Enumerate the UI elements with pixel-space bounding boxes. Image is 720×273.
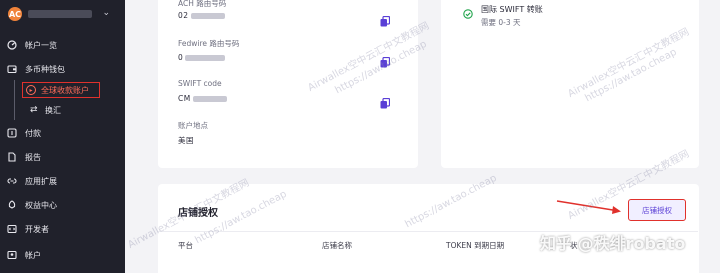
account-avatar: AC: [8, 7, 22, 21]
swift-code-label: SWIFT code: [178, 79, 222, 88]
exchange-icon: ⇄: [30, 105, 38, 115]
fedwire-value: 0: [178, 53, 226, 62]
gauge-icon: [7, 40, 17, 50]
sidebar-item-label: 应用扩展: [25, 176, 57, 186]
sidebar-item-benefits[interactable]: 权益中心: [0, 196, 125, 214]
globe-icon: ▸: [26, 85, 36, 95]
account-location-value: 美国: [178, 136, 194, 145]
swift-transfer-card: [441, 0, 699, 168]
sidebar-item-overview[interactable]: 帐户一览: [0, 36, 125, 54]
account-icon: [7, 250, 17, 260]
sidebar-item-developer[interactable]: 开发者: [0, 220, 125, 238]
swift-transfer-title: 国际 SWIFT 转账: [481, 5, 543, 14]
check-circle-icon: [463, 4, 473, 19]
account-name-blurred: [28, 10, 92, 18]
account-switcher[interactable]: AC ⌄: [8, 6, 120, 22]
report-icon: [7, 152, 17, 162]
annotation-arrow: [556, 200, 621, 214]
copy-icon[interactable]: [380, 53, 391, 68]
sidebar-item-wallet[interactable]: 多币种钱包: [0, 60, 125, 78]
swift-code-value: CM: [178, 94, 227, 103]
sidebar-subitem-fx[interactable]: ⇄ 换汇: [30, 102, 61, 118]
sidebar: AC ⌄ 帐户一览 多币种钱包 ▸ 全球收款账户 ⇄ 换汇 付款 报告 应用扩展…: [0, 0, 125, 273]
sidebar-subitem-label: 全球收款账户: [41, 85, 89, 95]
sidebar-item-label: 开发者: [25, 224, 49, 234]
sidebar-item-label: 权益中心: [25, 200, 57, 210]
sidebar-item-label: 付款: [25, 128, 41, 138]
copy-icon[interactable]: [380, 94, 391, 109]
sidebar-item-extensions[interactable]: 应用扩展: [0, 172, 125, 190]
sidebar-item-account[interactable]: 帐户: [0, 246, 125, 264]
copy-icon[interactable]: [380, 12, 391, 27]
rocket-icon: [7, 200, 17, 210]
extension-icon: [7, 176, 17, 186]
zhihu-watermark: 知乎 @秩绯robato: [540, 234, 686, 253]
sidebar-subitem-global-account[interactable]: ▸ 全球收款账户: [22, 82, 100, 98]
sidebar-subitem-label: 换汇: [45, 105, 61, 115]
chevron-down-icon: ⌄: [102, 8, 110, 18]
sidebar-item-label: 报告: [25, 152, 41, 162]
ach-label: ACH 路由号码: [178, 0, 227, 8]
sidebar-item-label: 帐户: [25, 250, 41, 260]
column-header-token-expiry: TOKEN 到期日期: [446, 241, 505, 250]
submenu-line: [14, 80, 15, 120]
wallet-icon: [7, 64, 17, 74]
sidebar-item-reports[interactable]: 报告: [0, 148, 125, 166]
sidebar-item-label: 帐户一览: [25, 40, 57, 50]
ach-value: 02: [178, 11, 225, 20]
code-icon: [7, 224, 17, 234]
column-header-platform: 平台: [178, 241, 193, 250]
sidebar-item-label: 多币种钱包: [25, 64, 65, 74]
column-header-shop-name: 店铺名称: [322, 241, 352, 250]
account-location-label: 账户地点: [178, 121, 208, 130]
shop-authorize-button[interactable]: 店铺授权: [628, 199, 686, 221]
fedwire-label: Fedwire 路由号码: [178, 39, 240, 48]
shop-authorization-title: 店铺授权: [178, 208, 218, 219]
sidebar-item-payments[interactable]: 付款: [0, 124, 125, 142]
swift-transfer-duration: 需要 0-3 天: [481, 18, 521, 27]
payment-icon: [7, 128, 17, 138]
